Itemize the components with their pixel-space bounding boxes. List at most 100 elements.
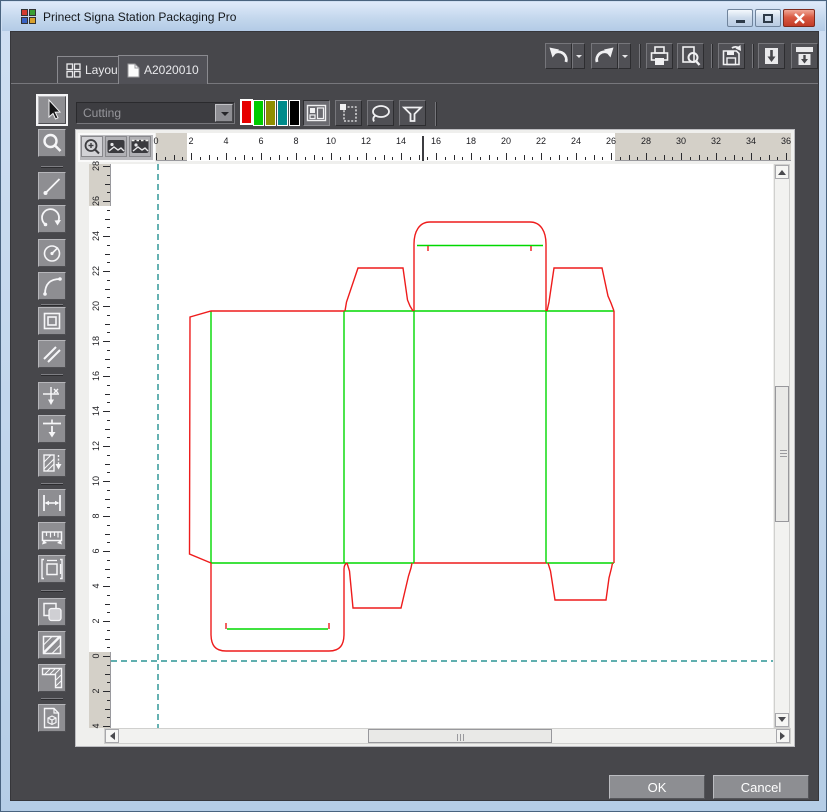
view-fit-page-button[interactable] <box>105 136 127 157</box>
circle-tool[interactable] <box>38 239 66 267</box>
move-point-icon <box>43 387 59 405</box>
hatch-fill-icon <box>42 635 62 655</box>
sheet-configuration-icon <box>306 104 327 122</box>
undo-icon <box>549 47 568 63</box>
arc-tool[interactable] <box>38 205 66 233</box>
move-line-tool[interactable] <box>38 415 66 443</box>
line-tool[interactable] <box>38 172 66 200</box>
import-button[interactable] <box>758 43 785 69</box>
save-icon <box>722 45 741 66</box>
horizontal-scroll-thumb[interactable] <box>368 729 552 743</box>
curve-icon <box>43 277 62 296</box>
mode-combobox[interactable]: Cutting <box>76 102 235 124</box>
scroll-left-button[interactable] <box>105 729 119 743</box>
horizontal-dimension-icon <box>43 495 61 511</box>
sheet-configuration-button[interactable] <box>303 100 330 126</box>
group-icon <box>43 602 62 622</box>
object-dimension-tool[interactable] <box>38 555 66 583</box>
ruler-label: 14 <box>395 136 406 146</box>
cancel-button-label: Cancel <box>740 779 782 795</box>
app-icon <box>21 9 36 24</box>
bleed-corner-tool[interactable] <box>38 664 66 692</box>
ruler-label: 8 <box>293 136 299 146</box>
object-dimension-icon <box>41 558 63 580</box>
scroll-up-button[interactable] <box>775 165 789 179</box>
rectangle-tool[interactable] <box>38 307 66 335</box>
zoom-tool[interactable] <box>38 129 66 157</box>
curve-tool[interactable] <box>38 272 66 300</box>
lasso-icon <box>372 105 390 122</box>
tool-separator <box>41 698 63 699</box>
arrow-down-icon <box>778 717 786 726</box>
horizontal-dimension-tool[interactable] <box>38 489 66 517</box>
parallel-lines-tool[interactable] <box>38 340 66 368</box>
3d-preview-tool[interactable] <box>38 704 66 732</box>
horizontal-scrollbar[interactable] <box>104 728 791 744</box>
close-icon <box>793 12 805 24</box>
ruler-label: 30 <box>675 136 686 146</box>
scroll-right-button[interactable] <box>776 729 790 743</box>
swatch-crease-green[interactable] <box>253 100 264 126</box>
ruler-label: 6 <box>258 136 264 146</box>
vertical-scrollbar[interactable] <box>774 164 790 728</box>
save-button[interactable] <box>718 43 745 69</box>
ruler-label: 24 <box>570 136 581 146</box>
vertical-scroll-thumb[interactable] <box>775 386 789 522</box>
ruler-label: 34 <box>745 136 756 146</box>
line-icon <box>43 178 61 195</box>
print-button[interactable] <box>646 43 673 69</box>
thumb-grip <box>463 734 464 741</box>
sheet-selection-button[interactable] <box>335 100 362 126</box>
swatch-olive[interactable] <box>265 100 276 126</box>
swatch-black[interactable] <box>289 100 300 126</box>
tool-separator <box>41 304 63 305</box>
3d-preview-icon <box>43 707 60 729</box>
thumb-grip <box>780 450 787 451</box>
group-tool[interactable] <box>38 598 66 626</box>
minimize-button[interactable] <box>727 9 753 27</box>
view-panel: 0 2 4 6 8 10 12 14 16 18 20 22 24 26 28 30 32 34 36 28 26 24… <box>75 129 795 747</box>
close-button[interactable] <box>783 9 815 27</box>
filter-button[interactable] <box>399 100 426 126</box>
swatch-teal[interactable] <box>277 100 288 126</box>
maximize-button[interactable] <box>755 9 781 27</box>
titlebar: Prinect Signa Station Packaging Pro <box>2 2 825 31</box>
view-zoom-button[interactable] <box>81 136 103 157</box>
ok-button[interactable]: OK <box>609 775 705 799</box>
mode-combobox-value: Cutting <box>83 106 122 120</box>
swatch-cut-red[interactable] <box>240 99 253 125</box>
ruler-label: 10 <box>325 136 336 146</box>
view-toolbar <box>78 133 155 162</box>
ok-button-label: OK <box>647 779 667 795</box>
import-icon <box>765 48 778 64</box>
select-tool[interactable] <box>36 94 68 126</box>
color-swatches <box>240 99 300 126</box>
bleed-corner-icon <box>41 667 63 689</box>
toolbar-separator <box>639 44 640 68</box>
hatch-fill-tool[interactable] <box>38 631 66 659</box>
ruler-label: 36 <box>780 136 791 146</box>
redo-button[interactable] <box>591 43 618 69</box>
ruler-label: 32 <box>710 136 721 146</box>
ruler-tool[interactable] <box>38 522 66 550</box>
ruler-label: 4 <box>223 136 229 146</box>
move-point-tool[interactable] <box>38 382 66 410</box>
lasso-select-button[interactable] <box>367 100 394 126</box>
hatch-area-tool[interactable] <box>38 449 66 477</box>
ruler-label: 2 <box>188 136 194 146</box>
canvas[interactable] <box>111 164 773 728</box>
scroll-down-button[interactable] <box>775 713 789 727</box>
undo-dropdown[interactable] <box>572 43 585 69</box>
combobox-dropdown-arrow[interactable] <box>215 104 233 122</box>
redo-dropdown[interactable] <box>618 43 631 69</box>
undo-button[interactable] <box>545 43 572 69</box>
thumb-grip <box>457 734 458 741</box>
arc-icon <box>41 208 61 227</box>
ruler-cursor-marker <box>422 136 424 161</box>
export-button[interactable] <box>791 43 818 69</box>
tab-document[interactable]: A2020010 <box>118 55 208 84</box>
cancel-button[interactable]: Cancel <box>713 775 809 799</box>
window-title: Prinect Signa Station Packaging Pro <box>43 9 237 24</box>
view-zoom-icon <box>84 139 100 155</box>
print-preview-button[interactable] <box>677 43 704 69</box>
